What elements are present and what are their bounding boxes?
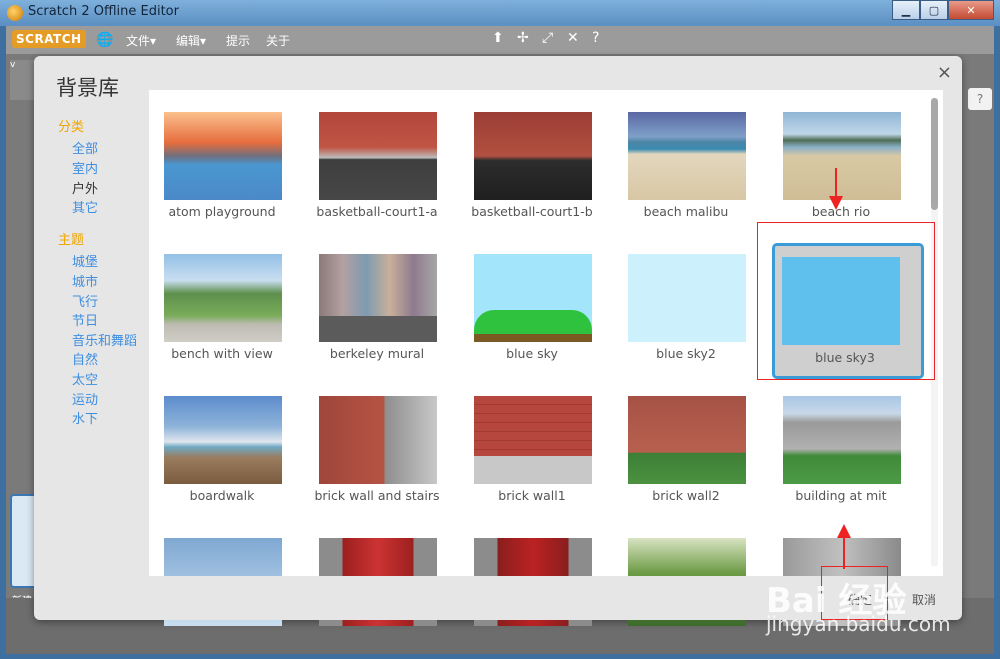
scratch-cat-icon xyxy=(7,5,23,21)
window-controls: ▁ ▢ ✕ xyxy=(892,0,994,20)
backdrop-thumbnail xyxy=(474,112,592,200)
menu-tips[interactable]: 提示 xyxy=(226,32,250,49)
backdrop-label: berkeley mural xyxy=(329,346,425,361)
scratch-menu-bar: SCRATCH 🌐 文件▾ 编辑▾ 提示 关于 ⬆ ✢ ⤢ ✕ ? xyxy=(6,26,994,54)
theme-nature[interactable]: 自然 xyxy=(72,349,98,368)
backdrop-label: brick wall1 xyxy=(498,488,566,503)
scratch-logo[interactable]: SCRATCH xyxy=(12,30,86,48)
backdrop-label: beach malibu xyxy=(643,204,729,219)
backdrop-thumbnail xyxy=(319,254,437,342)
backdrop-label: blue sky2 xyxy=(656,346,716,361)
hills-shape xyxy=(474,310,592,336)
dialog-close-icon[interactable]: × xyxy=(937,62,952,83)
grid-scrollbar-thumb[interactable] xyxy=(931,98,938,210)
dialog-title: 背景库 xyxy=(56,76,119,100)
backdrop-label: building at mit xyxy=(795,488,887,503)
backdrop-tile[interactable]: boardwalk xyxy=(149,376,295,506)
theme-castle[interactable]: 城堡 xyxy=(72,251,98,270)
close-window-button[interactable]: ✕ xyxy=(948,0,994,20)
annotation-arrow-bottom-head xyxy=(837,524,851,538)
backdrop-tile[interactable]: basketball-court1-b xyxy=(459,92,605,222)
backdrop-label: atom playground xyxy=(168,204,276,219)
backdrop-tile[interactable]: berkeley mural xyxy=(304,234,450,364)
backdrop-tile[interactable]: brick wall2 xyxy=(613,376,759,506)
grow-icon[interactable]: ⤢ xyxy=(542,30,553,46)
annotation-arrow-bottom xyxy=(843,535,845,569)
backdrop-thumbnail xyxy=(474,254,592,342)
backdrop-thumbnail xyxy=(628,112,746,200)
backdrop-thumbnail xyxy=(164,112,282,200)
backdrop-label: blue sky xyxy=(506,346,558,361)
backdrop-label: brick wall2 xyxy=(652,488,720,503)
backdrop-label: bench with view xyxy=(171,346,273,361)
theme-holiday[interactable]: 节日 xyxy=(72,310,98,329)
ground-shape xyxy=(474,334,592,342)
backdrop-label: basketball-court1-b xyxy=(471,204,593,219)
theme-sports[interactable]: 运动 xyxy=(72,389,98,408)
window-title-bar: Scratch 2 Offline Editor ▁ ▢ ✕ xyxy=(0,0,1000,26)
watermark-url: jingyan.baidu.com xyxy=(766,612,951,636)
category-header: 分类 xyxy=(58,120,85,135)
cancel-button[interactable]: 取消 xyxy=(906,588,942,610)
category-outdoor[interactable]: 户外 xyxy=(72,178,98,197)
backdrop-thumbnail xyxy=(164,254,282,342)
highlight-box-selection xyxy=(757,222,935,380)
backdrop-thumbnail xyxy=(783,112,901,200)
backdrop-thumbnail xyxy=(628,254,746,342)
category-all[interactable]: 全部 xyxy=(72,138,98,157)
help-icon[interactable]: ? xyxy=(592,30,599,46)
theme-music-dance[interactable]: 音乐和舞蹈 xyxy=(72,330,137,349)
category-indoor[interactable]: 室内 xyxy=(72,158,98,177)
theme-space[interactable]: 太空 xyxy=(72,369,98,388)
theme-city[interactable]: 城市 xyxy=(72,271,98,290)
backdrop-thumbnail xyxy=(319,396,437,484)
theme-header: 主题 xyxy=(58,233,85,248)
minimize-button[interactable]: ▁ xyxy=(892,0,920,20)
backdrop-thumbnail xyxy=(783,396,901,484)
backdrop-label: brick wall and stairs xyxy=(314,488,440,503)
sidewalk-shape xyxy=(474,456,592,484)
side-help-icon[interactable]: ? xyxy=(968,88,992,110)
backdrop-tile[interactable]: basketball-court1-a xyxy=(304,92,450,222)
cut-scissors-icon[interactable]: ✢ xyxy=(517,30,529,46)
category-other[interactable]: 其它 xyxy=(72,197,98,216)
duplicate-stamp-icon[interactable]: ⬆ xyxy=(492,30,504,46)
backdrop-tile[interactable]: beach malibu xyxy=(613,92,759,222)
menu-edit[interactable]: 编辑▾ xyxy=(176,32,206,49)
backdrop-tile[interactable]: bench with view xyxy=(149,234,295,364)
backdrop-label: boardwalk xyxy=(189,488,255,503)
maximize-button[interactable]: ▢ xyxy=(920,0,948,20)
backdrop-thumbnail xyxy=(474,396,592,484)
backdrop-tile[interactable]: building at mit xyxy=(768,376,914,506)
annotation-arrow-top-head xyxy=(829,196,843,210)
shrink-icon[interactable]: ✕ xyxy=(567,30,579,46)
mural-ground xyxy=(319,316,437,342)
theme-flying[interactable]: 飞行 xyxy=(72,291,98,310)
stage-mini-label: v xyxy=(10,60,16,70)
menu-about[interactable]: 关于 xyxy=(266,32,290,49)
backdrop-thumbnail xyxy=(319,112,437,200)
menu-file[interactable]: 文件▾ xyxy=(126,32,156,49)
backdrop-tile[interactable]: atom playground xyxy=(149,92,295,222)
backdrop-tile[interactable]: blue sky xyxy=(459,234,605,364)
backdrop-thumbnail xyxy=(164,396,282,484)
backdrop-tile[interactable]: blue sky2 xyxy=(613,234,759,364)
backdrop-thumbnail xyxy=(628,396,746,484)
backdrop-tile[interactable]: brick wall1 xyxy=(459,376,605,506)
stage-mini-panel: v xyxy=(10,60,34,100)
theme-underwater[interactable]: 水下 xyxy=(72,408,98,427)
window-title: Scratch 2 Offline Editor xyxy=(28,4,179,19)
backdrop-label: basketball-court1-a xyxy=(316,204,438,219)
language-globe-icon[interactable]: 🌐 xyxy=(96,32,113,48)
backdrop-tile[interactable]: brick wall and stairs xyxy=(304,376,450,506)
